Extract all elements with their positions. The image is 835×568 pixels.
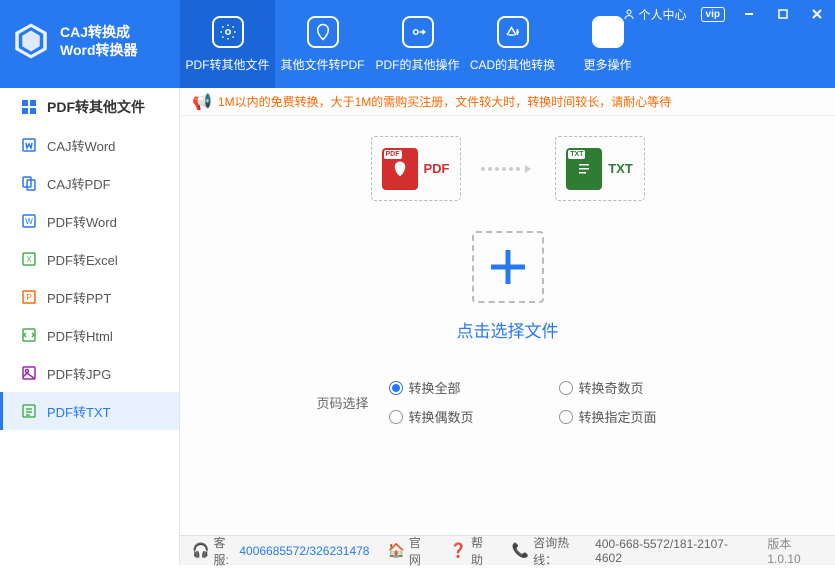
sidebar-item-caj-word[interactable]: CAJ转Word (0, 126, 179, 164)
sidebar-item-label: PDF转Word (47, 212, 117, 231)
cad-icon (497, 16, 529, 48)
main-tabs: PDF转其他文件 其他文件转PDF PDF的其他操作 CAD的其他转换 更多操作 (180, 0, 655, 88)
notice-bar: 📢 1M以内的免费转换，大于1M的需购买注册，文件较大时，转换时间较长，请耐心等… (180, 88, 835, 116)
radio-icon (389, 381, 403, 395)
notice-text: 1M以内的免费转换，大于1M的需购买注册，文件较大时，转换时间较长，请耐心等待 (218, 93, 671, 110)
window-controls: 个人中心 vip (623, 4, 827, 24)
word-icon: W (21, 213, 37, 229)
svg-text:X: X (26, 255, 32, 264)
svg-text:W: W (25, 217, 33, 226)
radio-convert-odd[interactable]: 转换奇数页 (559, 378, 699, 397)
sidebar-item-pdf-jpg[interactable]: PDF转JPG (0, 354, 179, 392)
user-icon (623, 8, 635, 20)
radio-convert-all[interactable]: 转换全部 (389, 378, 529, 397)
announce-icon: 📢 (192, 92, 212, 112)
txt-icon (21, 403, 37, 419)
options-label: 页码选择 (316, 393, 368, 412)
sidebar-item-pdf-html[interactable]: PDF转Html (0, 316, 179, 354)
tab-pdf-operations[interactable]: PDF的其他操作 (370, 0, 465, 88)
excel-icon: X (21, 251, 37, 267)
tab-label: PDF转其他文件 (185, 56, 269, 73)
help-link[interactable]: ❓ 帮助 (450, 534, 494, 568)
statusbar: 🎧 客服: 4006685572/326231478 🏠 官网 ❓ 帮助 📞 咨… (180, 535, 835, 565)
sidebar-item-label: PDF转Html (47, 326, 113, 345)
sidebar-item-label: CAJ转PDF (47, 174, 111, 193)
gear-convert-icon (212, 16, 244, 48)
version-label: 版本1.0.10 (767, 535, 823, 566)
user-center-link[interactable]: 个人中心 (623, 6, 687, 23)
radio-convert-even[interactable]: 转换偶数页 (389, 407, 529, 426)
home-icon: 🏠 (387, 542, 404, 559)
sidebar-item-pdf-excel[interactable]: X PDF转Excel (0, 240, 179, 278)
html-icon (21, 327, 37, 343)
tab-other-to-pdf[interactable]: 其他文件转PDF (275, 0, 370, 88)
sidebar-item-label: PDF转JPG (47, 364, 111, 383)
plus-icon (485, 244, 531, 290)
jpg-icon (21, 365, 37, 381)
more-dots-icon (592, 16, 624, 48)
app-logo-icon (10, 20, 52, 62)
official-site-link[interactable]: 🏠 官网 (387, 534, 431, 568)
arrow-icon (481, 163, 535, 175)
conversion-visual: PDF PDF TXT TXT (180, 116, 835, 211)
drop-text: 点击选择文件 (457, 317, 559, 342)
sidebar-item-pdf-word[interactable]: W PDF转Word (0, 202, 179, 240)
svg-text:P: P (26, 293, 31, 302)
target-format-label: TXT (608, 161, 633, 176)
phone-icon: 📞 (512, 542, 529, 559)
page-options: 页码选择 转换全部 转换奇数页 转换偶数页 转换指定页面 (180, 372, 835, 432)
gear-arrow-icon (402, 16, 434, 48)
radio-icon (559, 381, 573, 395)
source-format-box: PDF PDF (371, 136, 461, 201)
grid-icon (21, 99, 37, 115)
source-format-label: PDF (424, 161, 450, 176)
sidebar: PDF转其他文件 CAJ转Word CAJ转PDF W PDF转Word X P… (0, 88, 180, 565)
vip-badge[interactable]: vip (701, 7, 725, 22)
close-button[interactable] (807, 4, 827, 24)
sidebar-item-pdf-ppt[interactable]: P PDF转PPT (0, 278, 179, 316)
tab-pdf-to-other[interactable]: PDF转其他文件 (180, 0, 275, 88)
minimize-button[interactable] (739, 4, 759, 24)
radio-convert-range[interactable]: 转换指定页面 (559, 407, 699, 426)
help-icon: ❓ (450, 542, 467, 559)
word-icon (21, 137, 37, 153)
titlebar: CAJ转换成 Word转换器 PDF转其他文件 其他文件转PDF PDF的其他操… (0, 0, 835, 88)
sidebar-item-label: PDF转TXT (47, 402, 111, 421)
headset-icon: 🎧 (192, 542, 209, 559)
sidebar-item-caj-pdf[interactable]: CAJ转PDF (0, 164, 179, 202)
tab-label: 其他文件转PDF (280, 56, 364, 73)
ppt-icon: P (21, 289, 37, 305)
logo-area: CAJ转换成 Word转换器 (0, 0, 180, 82)
sidebar-item-label: PDF转PPT (47, 288, 111, 307)
customer-service[interactable]: 🎧 客服: 4006685572/326231478 (192, 534, 369, 568)
sidebar-item-label: CAJ转Word (47, 136, 115, 155)
maximize-button[interactable] (773, 4, 793, 24)
tab-label: PDF的其他操作 (375, 56, 459, 73)
app-title: CAJ转换成 Word转换器 (60, 23, 138, 59)
main-panel: 📢 1M以内的免费转换，大于1M的需购买注册，文件较大时，转换时间较长，请耐心等… (180, 88, 835, 565)
pdf-doc-icon (21, 175, 37, 191)
add-file-button[interactable] (472, 231, 544, 303)
radio-icon (389, 410, 403, 424)
target-format-box: TXT TXT (555, 136, 645, 201)
pdf-badge-icon: PDF (382, 148, 418, 190)
tab-cad-convert[interactable]: CAD的其他转换 (465, 0, 560, 88)
tab-label: CAD的其他转换 (470, 56, 555, 73)
pdf-icon (307, 16, 339, 48)
file-drop-area: 点击选择文件 (180, 211, 835, 372)
sidebar-item-label: PDF转Excel (47, 250, 118, 269)
tab-label: 更多操作 (583, 56, 631, 73)
radio-icon (559, 410, 573, 424)
sidebar-item-pdf-txt[interactable]: PDF转TXT (0, 392, 179, 430)
txt-badge-icon: TXT (566, 148, 602, 190)
sidebar-section-header[interactable]: PDF转其他文件 (0, 88, 179, 126)
hotline: 📞 咨询热线： 400-668-5572/181-2107-4602 (512, 534, 750, 568)
